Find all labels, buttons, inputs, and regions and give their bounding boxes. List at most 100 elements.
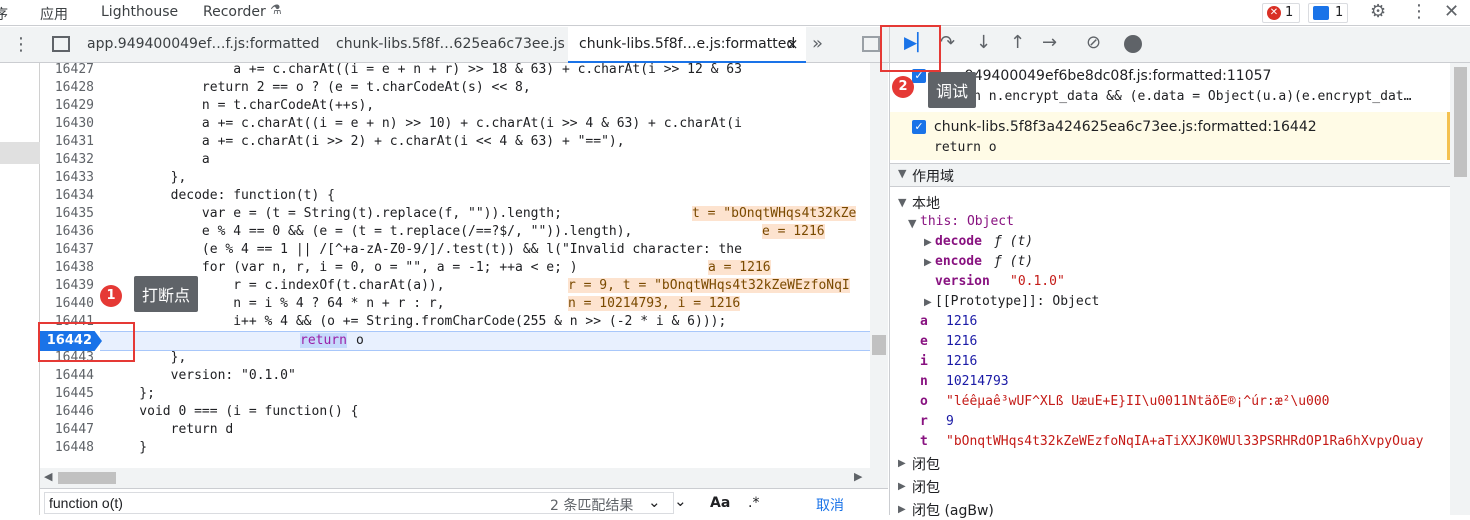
code-line: a [108,152,210,167]
annotation-tooltip-2: 调试 [928,72,976,108]
scope-tree: ▼ 本地 ▼ this: Object ▶ decode ƒ (t) ▶ enc… [890,190,1450,515]
collapsed-arrow-icon[interactable]: ▶ [898,504,906,515]
vertical-scrollbar-thumb[interactable] [872,335,886,355]
expanded-arrow-icon[interactable]: ▼ [908,217,916,230]
close-tab-icon[interactable]: × [786,35,799,53]
line-number[interactable]: 16431 [40,134,98,149]
cancel-button[interactable]: 取消 [816,495,844,515]
tab-lighthouse[interactable]: Lighthouse [101,4,178,20]
tab-recorder[interactable]: Recorder [203,4,266,20]
scope-r-value: 9 [946,414,954,429]
line-number[interactable]: 16430 [40,116,98,131]
scope-closure-3[interactable]: 闭包 (agBw) [912,500,994,520]
deactivate-breakpoints-icon[interactable]: ⊘ [1086,32,1101,53]
tab-chunk-libs[interactable]: chunk-libs.5f8f…625ea6c73ee.js [336,36,565,52]
scope-encode-key: encode [935,254,982,269]
previous-match-icon[interactable]: ⌄ [648,493,661,511]
scroll-right-icon[interactable]: ▶ [854,470,862,483]
scope-encode-value: ƒ (t) [994,254,1033,269]
line-number[interactable]: 16434 [40,188,98,203]
callstack-item-1-file: app.949400049ef6be8dc08f.js:formatted:11… [934,68,1271,84]
debugger-sidebar: ▶▏ ↷ ↓ ↑ → ⊘ ✓ app.949400049ef6be8dc08f.… [889,27,1470,515]
scope-section-header[interactable]: ▼ 作用域 [890,163,1450,187]
regex-button[interactable]: .* [748,495,759,511]
inline-value-16436: e = 1216 [762,224,825,239]
line-number[interactable]: 16427 [40,63,98,77]
message-counter[interactable]: 1 [1308,3,1348,23]
inline-value-16435: t = "bOnqtWHqs4t32kZe [692,206,856,221]
checkbox-icon[interactable]: ✓ [912,120,926,134]
more-tabs-icon[interactable]: » [812,33,823,54]
sidebar-scrollbar[interactable] [1450,63,1470,515]
collapsed-arrow-icon[interactable]: ▶ [924,237,932,248]
error-count: 1 [1285,5,1293,20]
collapsed-arrow-icon[interactable]: ▶ [924,257,932,268]
line-number[interactable]: 16445 [40,386,98,401]
expanded-arrow-icon[interactable]: ▼ [898,196,906,209]
line-number[interactable]: 16438 [40,260,98,275]
more-vert-icon[interactable]: ⋮ [12,34,30,55]
expanded-arrow-icon: ▼ [898,167,906,180]
code-line: return d [108,422,233,437]
sidebar-scrollbar-thumb[interactable] [1454,67,1467,177]
scope-closure-2[interactable]: 闭包 [912,477,940,497]
tab-app-formatted[interactable]: app.949400049ef…f.js:formatted [87,36,319,52]
line-number[interactable]: 16433 [40,170,98,185]
search-bar: 2 条匹配结果 ⌄ ⌃ Aa .* 取消 [40,488,888,515]
error-counter[interactable]: ✕ 1 [1262,3,1300,23]
annotation-badge-1: 1 [100,285,122,307]
step-icon[interactable]: → [1042,32,1057,53]
scope-o-key: o [920,394,928,409]
scope-a-value: 1216 [946,314,977,329]
scope-title: 作用域 [912,166,954,186]
collapsed-arrow-icon[interactable]: ▶ [924,297,932,308]
tab-chunk-libs-formatted[interactable]: chunk-libs.5f8f…e.js:formatted × [568,27,806,63]
horizontal-scrollbar-thumb[interactable] [58,472,116,484]
line-number[interactable]: 16446 [40,404,98,419]
callstack-item-1-code: return n.encrypt_data && (e.data = Objec… [934,89,1411,104]
next-match-icon[interactable]: ⌃ [674,491,687,509]
scope-closure-1[interactable]: 闭包 [912,454,940,474]
line-number[interactable]: 16440 [40,296,98,311]
vertical-scrollbar[interactable] [870,63,888,468]
pause-on-exceptions-icon[interactable] [1124,35,1142,53]
line-number[interactable]: 16436 [40,224,98,239]
tab-application[interactable]: 应用 [40,4,68,24]
collapsed-arrow-icon[interactable]: ▶ [898,458,906,469]
navigator-selected-row[interactable] [0,142,40,164]
toggle-debugger-icon[interactable] [862,36,880,52]
line-number[interactable]: 16428 [40,80,98,95]
scope-r-key: r [920,414,928,429]
scroll-left-icon[interactable]: ◀ [44,470,52,483]
toggle-navigator-icon[interactable] [52,36,70,52]
collapsed-arrow-icon[interactable]: ▶ [898,481,906,492]
horizontal-scrollbar[interactable]: ◀ ▶ [40,468,888,488]
line-number[interactable]: 16429 [40,98,98,113]
line-number[interactable]: 16447 [40,422,98,437]
breakpoint-annotation-box [38,322,135,362]
gear-icon[interactable]: ⚙ [1370,1,1386,22]
match-case-button[interactable]: Aa [710,495,730,511]
scope-decode-value: ƒ (t) [994,234,1033,249]
annotation-tooltip-1: 打断点 [134,276,198,312]
more-vert-icon[interactable]: ⋮ [1410,1,1428,22]
code-line: var e = (t = String(t).replace(f, "")).l… [108,206,562,221]
line-number[interactable]: 16437 [40,242,98,257]
line-number[interactable]: 16432 [40,152,98,167]
cut-off-tab-label[interactable]: 序 [0,4,8,24]
scope-version-value: "0.1.0" [1010,274,1065,289]
line-number[interactable]: 16448 [40,440,98,455]
scope-n-value: 10214793 [946,374,1009,389]
step-over-icon[interactable]: ↷ [940,32,955,53]
close-icon[interactable]: ✕ [1444,1,1459,22]
line-number[interactable]: 16444 [40,368,98,383]
callstack-item-2[interactable]: ✓ chunk-libs.5f8f3a424625ea6c73ee.js:for… [890,112,1450,160]
code-line: }, [108,170,186,185]
line-number[interactable]: 16435 [40,206,98,221]
step-out-icon[interactable]: ↑ [1010,32,1025,53]
step-into-icon[interactable]: ↓ [976,32,991,53]
code-line: (e % 4 == 1 || /[^+a-zA-Z0-9/]/.test(t))… [108,242,742,257]
line-number[interactable]: 16439 [40,278,98,293]
flask-icon: ⚗ [270,3,282,18]
scope-i-value: 1216 [946,354,977,369]
